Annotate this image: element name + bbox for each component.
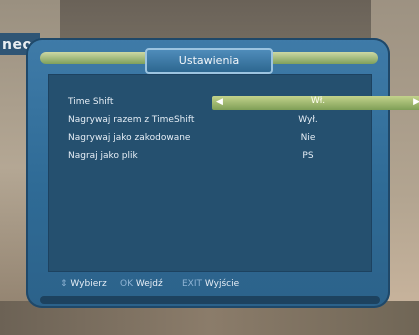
setting-label: Time Shift: [68, 97, 114, 107]
setting-value-selector[interactable]: ◀ Wł. ▶: [212, 96, 419, 110]
hint-ok-label: Wejdź: [135, 279, 163, 289]
setting-label: Nagrywaj razem z TimeShift: [68, 115, 195, 125]
footer-hints: ⇕ Wybierz OK Wejdź EXIT Wyjście: [48, 277, 370, 295]
setting-row-record-encrypted[interactable]: Nagrywaj jako zakodowane Nie: [68, 131, 358, 147]
setting-value: Wł.: [310, 96, 326, 106]
menu-bottom-edge: [40, 296, 380, 304]
hint-exit: EXIT Wyjście: [182, 279, 239, 289]
hint-select-label: Wybierz: [70, 279, 107, 289]
setting-label: Nagraj jako plik: [68, 151, 138, 161]
setting-row-record-with-timeshift[interactable]: Nagrywaj razem z TimeShift Wył.: [68, 113, 358, 129]
menu-title: Ustawienia nagrywania: [145, 48, 273, 89]
setting-value: PS: [302, 151, 314, 161]
arrow-right-icon[interactable]: ▶: [413, 97, 419, 107]
setting-row-timeshift[interactable]: Time Shift ◀ Wł. ▶: [68, 95, 419, 111]
setting-label: Nagrywaj jako zakodowane: [68, 133, 191, 143]
hint-exit-label: Wyjście: [204, 279, 240, 289]
hint-select: ⇕ Wybierz: [60, 279, 107, 289]
setting-value: Nie: [300, 133, 316, 143]
ok-key: OK: [120, 279, 133, 289]
setting-row-record-as-file[interactable]: Nagraj jako plik PS: [68, 149, 358, 165]
setting-value: Wył.: [298, 115, 318, 125]
hint-ok: OK Wejdź: [120, 279, 163, 289]
exit-key: EXIT: [182, 279, 203, 289]
updown-icon: ⇕: [60, 279, 68, 289]
